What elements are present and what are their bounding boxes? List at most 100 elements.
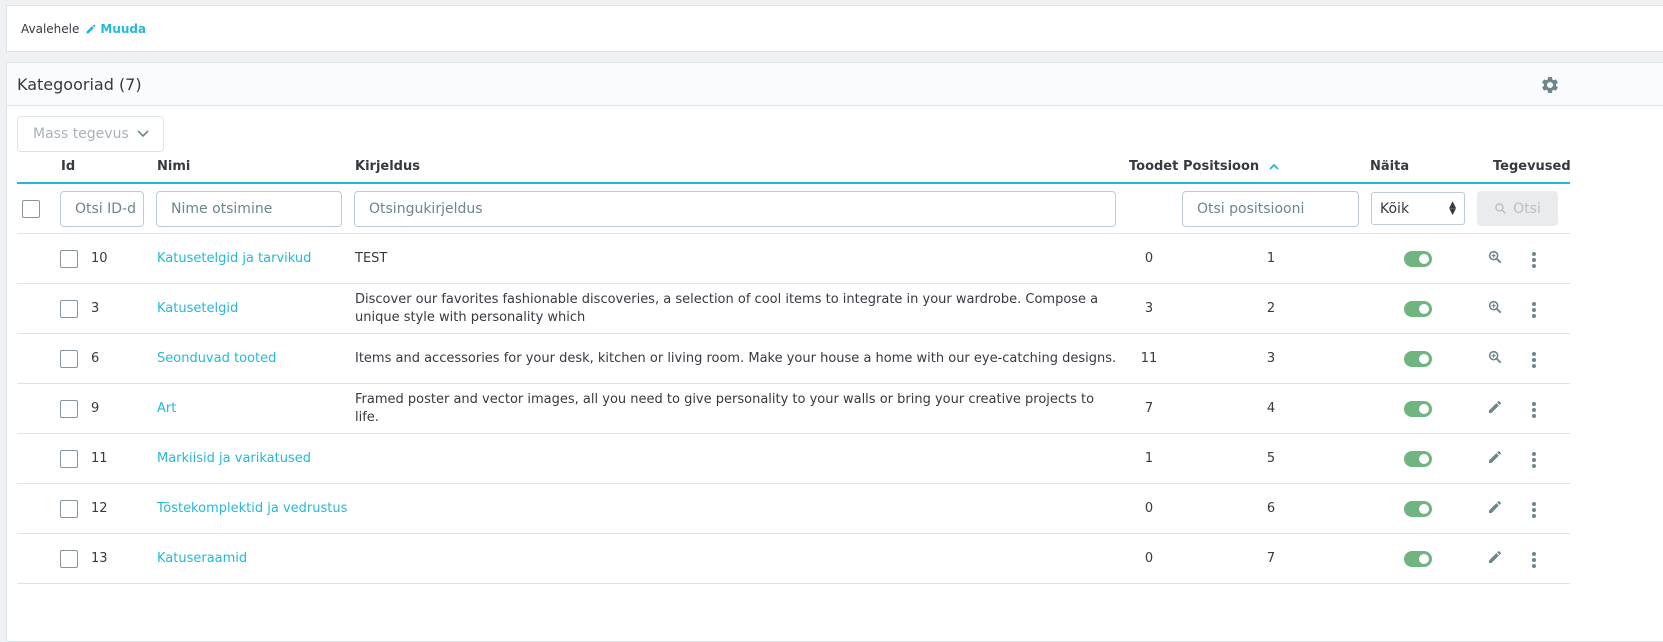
pencil-icon [86,23,96,33]
row-id: 13 [91,551,108,566]
row-id: 12 [91,501,108,516]
row-name-link[interactable]: Katusetelgid ja tarvikud [157,250,311,268]
row-position: 7 [1266,551,1276,566]
column-header-id[interactable]: Id [61,159,75,174]
more-actions-icon[interactable] [1532,452,1536,470]
table-row: 13 Katuseraamid 0 7 [17,534,1570,584]
status-toggle[interactable] [1404,351,1432,367]
breadcrumb-edit-label: Muuda [100,21,147,36]
more-actions-icon[interactable] [1532,252,1536,270]
column-header-actions: Tegevused [1493,159,1571,174]
panel-title: Kategooriad (7) [17,74,142,94]
filter-id-input[interactable]: Otsi ID-d [60,191,144,227]
row-description: Discover our favorites fashionable disco… [355,292,1099,325]
row-checkbox[interactable] [60,300,78,318]
breadcrumb-edit-link[interactable]: Muuda [85,22,146,36]
table-row: 3 Katusetelgid Discover our favorites fash… [17,284,1570,334]
row-position: 2 [1266,301,1276,316]
gear-icon[interactable] [1540,75,1560,95]
row-id: 9 [91,401,100,416]
table-row: 9 Art Framed poster and vector images, all… [17,384,1570,434]
row-name-link[interactable]: Tõstekomplektid ja vedrustus [157,500,347,518]
bulk-actions-button[interactable]: Mass tegevus [17,116,164,152]
status-toggle[interactable] [1404,501,1432,517]
row-checkbox[interactable] [60,350,78,368]
row-id: 10 [91,251,108,266]
status-toggle[interactable] [1404,251,1432,267]
status-toggle[interactable] [1404,301,1432,317]
header-divider [17,182,1570,184]
row-products: 0 [1144,501,1154,516]
row-id: 6 [91,351,100,366]
select-arrows-icon: ▲ ▼ [1449,200,1456,217]
row-products: 1 [1144,451,1154,466]
status-toggle[interactable] [1404,451,1432,467]
filter-active-select[interactable]: Kõik ▲ ▼ [1371,192,1465,225]
more-actions-icon[interactable] [1532,402,1536,420]
table-row: 10 Katusetelgid ja tarvikud TEST 0 1 [17,234,1570,284]
row-name-link[interactable]: Seonduvad tooted [157,350,276,368]
table-row: 6 Seonduvad tooted Items and accessories f… [17,334,1570,384]
column-header-position[interactable]: Positsioon [1183,159,1279,174]
filter-active-value: Kõik [1380,200,1410,217]
row-checkbox[interactable] [60,500,78,518]
row-description: Items and accessories for your desk, kit… [355,351,1117,366]
filter-name-input[interactable]: Nime otsimine [156,191,342,227]
row-products: 7 [1144,401,1154,416]
search-button-label: Otsi [1513,200,1541,217]
breadcrumb: Avalehele Muuda [6,5,1663,52]
pencil-icon[interactable] [1487,449,1503,469]
row-checkbox[interactable] [60,250,78,268]
column-header-active[interactable]: Näita [1370,159,1409,174]
row-position: 6 [1266,501,1276,516]
filter-position-input[interactable]: Otsi positsiooni [1182,191,1359,227]
row-checkbox[interactable] [60,400,78,418]
column-header-description[interactable]: Kirjeldus [355,159,420,174]
filter-description-input[interactable]: Otsingukirjeldus [354,191,1116,227]
row-name-link[interactable]: Katusetelgid [157,300,238,318]
row-position: 4 [1266,401,1276,416]
row-name-link[interactable]: Katuseraamid [157,550,247,568]
sort-up-icon[interactable] [1269,163,1279,170]
zoom-icon[interactable] [1487,349,1503,369]
pencil-icon[interactable] [1487,399,1503,419]
row-name-link[interactable]: Art [157,400,176,418]
more-actions-icon[interactable] [1532,502,1536,520]
chevron-down-icon [137,130,149,138]
row-id: 11 [91,451,108,466]
row-description: Framed poster and vector images, all you… [355,392,1095,425]
table-row: 12 Tõstekomplektid ja vedrustus 0 6 [17,484,1570,534]
column-header-name[interactable]: Nimi [157,159,190,174]
bulk-actions-label: Mass tegevus [33,126,129,142]
status-toggle[interactable] [1404,401,1432,417]
select-all-checkbox[interactable] [22,200,40,218]
pencil-icon[interactable] [1487,549,1503,569]
row-checkbox[interactable] [60,450,78,468]
zoom-icon[interactable] [1487,249,1503,269]
row-position: 1 [1266,251,1276,266]
row-products: 11 [1140,351,1158,366]
row-description: TEST [355,251,388,266]
row-checkbox[interactable] [60,550,78,568]
pencil-icon[interactable] [1487,499,1503,519]
categories-panel: Kategooriad (7) Mass tegevus Id Nimi Kir… [6,62,1663,642]
status-toggle[interactable] [1404,551,1432,567]
row-position: 5 [1266,451,1276,466]
row-products: 3 [1144,301,1154,316]
row-id: 3 [91,301,100,316]
column-header-position-label: Positsioon [1183,159,1260,174]
row-products: 0 [1144,251,1154,266]
table-row: 11 Markiisid ja varikatused 1 5 [17,434,1570,484]
zoom-icon[interactable] [1487,299,1503,319]
more-actions-icon[interactable] [1532,352,1536,370]
row-position: 3 [1266,351,1276,366]
more-actions-icon[interactable] [1532,552,1536,570]
row-name-link[interactable]: Markiisid ja varikatused [157,450,311,468]
row-products: 0 [1144,551,1154,566]
panel-header: Kategooriad (7) [7,63,1663,106]
search-icon [1495,203,1507,214]
column-header-products[interactable]: Toodet [1129,159,1178,174]
more-actions-icon[interactable] [1532,302,1536,320]
search-button[interactable]: Otsi [1477,191,1558,226]
breadcrumb-home[interactable]: Avalehele [21,22,79,36]
